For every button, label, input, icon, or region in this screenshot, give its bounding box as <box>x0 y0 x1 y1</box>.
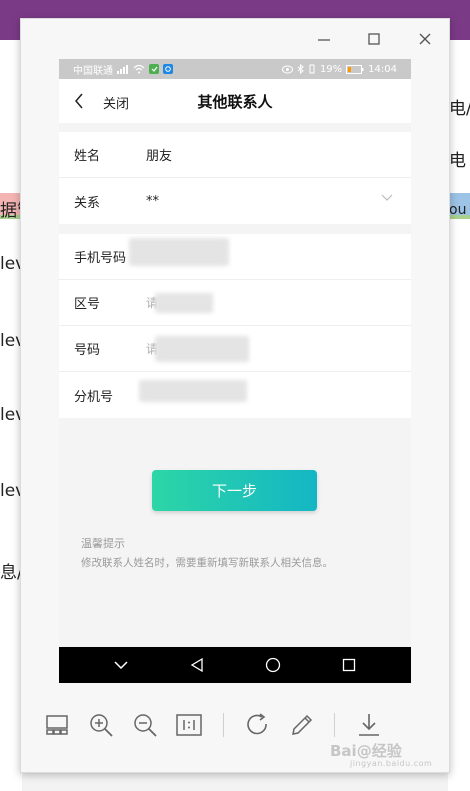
relation-value[interactable]: ** <box>146 194 159 209</box>
chevron-down-icon[interactable] <box>381 194 393 202</box>
android-home-button[interactable] <box>261 653 285 677</box>
blurred-extension <box>139 380 247 402</box>
thumbnail-icon <box>46 715 68 735</box>
contact-phone-group: 手机号码 区号 请 号码 请 分机号 <box>59 234 411 418</box>
number-label: 号码 <box>74 343 101 358</box>
area-code-row[interactable]: 区号 请 <box>59 280 411 326</box>
vibrate-icon <box>309 64 315 74</box>
phone-nav-bar: 关闭 其他联系人 <box>59 79 411 123</box>
watermark-main: Bai@经验 <box>330 742 402 760</box>
phone-status-bar: 中国联通 19% 14:04 <box>59 59 411 79</box>
android-recents-button[interactable] <box>337 653 361 677</box>
image-viewer-window: 中国联通 19% 14:04 关闭 其他联系人 姓名 朋友 关系 ** 手机号码… <box>20 18 450 773</box>
status-time: 14:04 <box>368 63 397 75</box>
bluetooth-icon <box>297 64 304 74</box>
zoom-out-button[interactable] <box>131 711 159 739</box>
close-link[interactable]: 关闭 <box>103 93 129 112</box>
next-step-button[interactable]: 下一步 <box>152 470 317 511</box>
triangle-back-icon <box>190 658 203 672</box>
number-row[interactable]: 号码 请 <box>59 326 411 372</box>
zoom-in-button[interactable] <box>87 711 115 739</box>
download-icon <box>359 714 379 736</box>
circle-home-icon <box>265 657 281 673</box>
blurred-area-code <box>155 293 213 313</box>
back-button[interactable] <box>69 91 89 111</box>
toolbar-divider <box>223 713 224 737</box>
toolbar-divider <box>334 713 335 737</box>
actual-size-icon <box>176 714 202 736</box>
relation-label: 关系 <box>74 195 101 211</box>
extension-label: 分机号 <box>74 389 114 405</box>
wifi-icon <box>133 64 145 74</box>
area-code-label: 区号 <box>74 297 101 312</box>
watermark-sub: jingyan.baidu.com <box>350 759 433 768</box>
chevron-down-icon <box>114 661 128 669</box>
close-button[interactable] <box>415 29 435 49</box>
rotate-button[interactable] <box>244 711 272 739</box>
mobile-row[interactable]: 手机号码 <box>59 234 411 280</box>
blurred-number <box>155 336 249 362</box>
chevron-left-icon <box>75 93 83 109</box>
eye-icon <box>281 65 293 73</box>
app-notification-icon <box>149 64 159 74</box>
background-text: 电/ <box>449 99 470 119</box>
download-button[interactable] <box>355 711 383 739</box>
signal-icon <box>117 64 128 74</box>
contact-basic-group: 姓名 朋友 关系 ** <box>59 132 411 224</box>
square-recents-icon <box>342 658 356 672</box>
viewer-toolbar <box>21 705 449 745</box>
battery-icon <box>346 64 364 74</box>
rotate-icon <box>247 713 267 735</box>
phone-screenshot: 中国联通 19% 14:04 关闭 其他联系人 姓名 朋友 关系 ** 手机号码… <box>59 59 411 683</box>
pencil-icon <box>292 714 313 735</box>
carrier-text: 中国联通 <box>73 65 113 77</box>
android-back-button[interactable] <box>185 653 209 677</box>
battery-percent: 19% <box>319 63 343 75</box>
zoom-in-icon <box>90 714 113 737</box>
android-nav-bar <box>59 647 411 683</box>
background-text: 电 <box>449 151 466 171</box>
name-row[interactable]: 姓名 朋友 <box>59 132 411 178</box>
thumbnail-button[interactable] <box>43 711 71 739</box>
edit-button[interactable] <box>288 711 316 739</box>
relation-row[interactable]: 关系 ** <box>59 178 411 224</box>
zoom-out-icon <box>134 714 157 737</box>
tip-title: 温馨提示 <box>81 537 125 550</box>
background-text: ou <box>449 202 467 218</box>
close-icon <box>419 33 431 45</box>
maximize-icon <box>368 33 380 45</box>
minimize-icon <box>318 39 330 41</box>
name-value[interactable]: 朋友 <box>146 145 172 164</box>
name-label: 姓名 <box>74 149 101 164</box>
baidu-watermark: Bai@经验 jingyan.baidu.com <box>330 740 432 768</box>
minimize-button[interactable] <box>314 29 334 49</box>
maximize-button[interactable] <box>364 29 384 49</box>
android-hide-button[interactable] <box>109 653 133 677</box>
actual-size-button[interactable] <box>175 711 203 739</box>
tip-text: 修改联系人姓名时，需要重新填写新联系人相关信息。 <box>81 557 333 569</box>
blurred-mobile-number <box>129 238 229 266</box>
extension-row[interactable]: 分机号 <box>59 372 411 418</box>
shield-notification-icon <box>163 64 173 74</box>
